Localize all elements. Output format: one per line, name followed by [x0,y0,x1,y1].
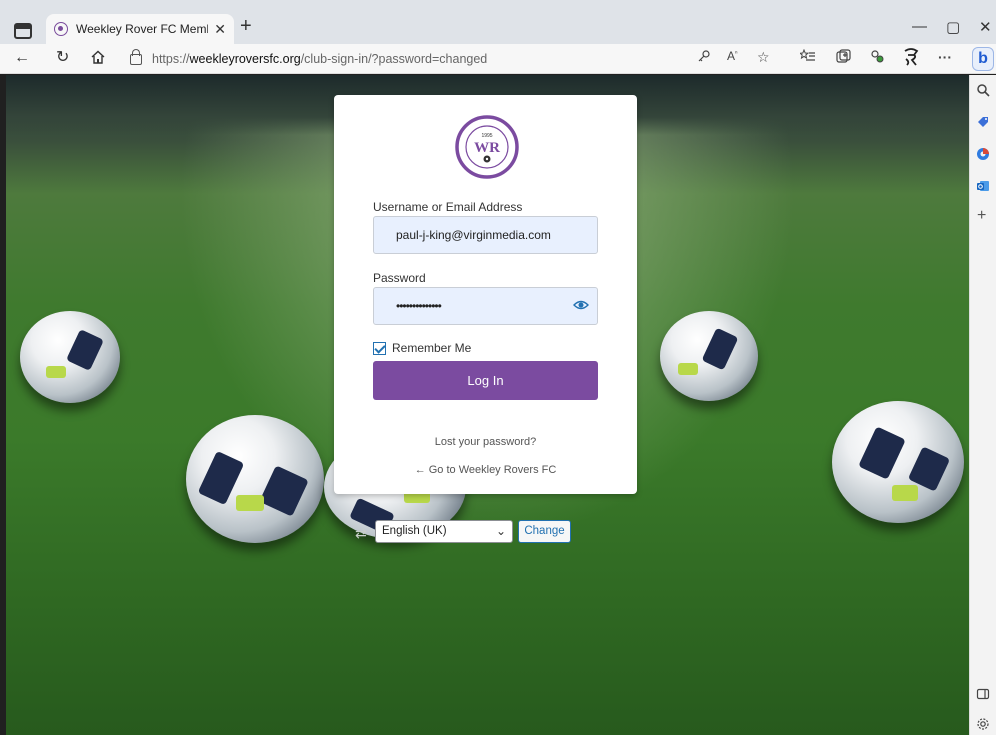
new-tab-button[interactable]: + [240,15,252,38]
settings-gear-icon[interactable] [976,717,990,731]
remember-me-checkbox[interactable] [373,341,386,355]
football-image [186,415,324,543]
football-image [660,311,758,401]
tab-title: Weekley Rover FC Member Login [76,22,208,36]
password-key-icon[interactable] [697,49,711,66]
username-input[interactable]: paul-j-king@virginmedia.com [373,216,598,254]
close-window-button[interactable]: ✕ [979,18,992,36]
username-value: paul-j-king@virginmedia.com [396,228,551,242]
lost-password-link[interactable]: Lost your password? [334,436,637,448]
back-to-site-link[interactable]: ← Go to Weekley Rovers FC [334,464,637,476]
read-aloud-icon[interactable]: Aⁿ [727,49,738,63]
change-language-button[interactable]: Change [518,520,571,543]
extensions-icon[interactable] [870,49,885,67]
login-button[interactable]: Log In [373,361,598,400]
login-card: 1995 WR Username or Email Address paul-j… [334,95,637,494]
outlook-icon[interactable] [976,179,990,193]
club-favicon-icon [54,22,68,36]
minimize-button[interactable]: — [912,18,927,35]
home-icon[interactable] [90,49,106,71]
shopping-tag-icon[interactable] [976,115,990,129]
translation-icon: ⇄ [355,525,367,541]
edge-sidebar: + [969,75,996,735]
password-label: Password [373,271,426,285]
username-label: Username or Email Address [373,200,523,214]
remember-me-row: Remember Me [373,341,471,355]
hide-sidebar-icon[interactable] [976,687,990,701]
favorites-list-icon[interactable] [798,48,816,66]
show-password-eye-icon[interactable] [573,297,589,313]
close-tab-icon[interactable]: ✕ [214,21,226,38]
password-input[interactable]: •••••••••••••• [373,287,598,325]
remember-me-label[interactable]: Remember Me [392,341,471,355]
back-arrow-icon[interactable]: ← [14,48,30,68]
address-bar[interactable]: https://weekleyroversfc.org/club-sign-in… [124,47,684,71]
refresh-icon[interactable]: ↻ [56,48,69,68]
bing-copilot-icon[interactable]: b [972,47,994,71]
search-icon[interactable] [976,83,990,97]
browser-tab[interactable]: Weekley Rover FC Member Login ✕ [46,14,234,44]
profile-avatar-icon[interactable] [902,47,920,70]
chevron-down-icon: ⌄ [495,524,506,538]
football-image [832,401,964,523]
language-selected-value: English (UK) [382,525,447,537]
maximize-button[interactable]: ▢ [946,18,960,36]
club-logo[interactable]: 1995 WR [455,115,519,179]
password-value: •••••••••••••• [396,299,442,313]
svg-text:WR: WR [474,140,500,156]
title-bar: Weekley Rover FC Member Login ✕ + — ▢ ✕ [0,0,996,44]
add-sidebar-app-icon[interactable]: + [977,207,986,225]
favorite-star-icon[interactable]: ☆ [757,49,770,66]
svg-text:1995: 1995 [481,133,492,139]
url-text: https://weekleyroversfc.org/club-sign-in… [152,52,488,66]
navigation-bar: ← ↻ https://weekleyroversfc.org/club-sig… [0,44,996,74]
football-image [20,311,120,403]
tab-actions-icon[interactable] [14,23,32,39]
more-menu-button[interactable]: ··· [938,49,952,65]
office-icon[interactable] [976,147,990,161]
lock-icon[interactable] [130,48,142,65]
collections-icon[interactable] [836,49,851,67]
language-select[interactable]: English (UK) ⌄ [375,520,513,543]
